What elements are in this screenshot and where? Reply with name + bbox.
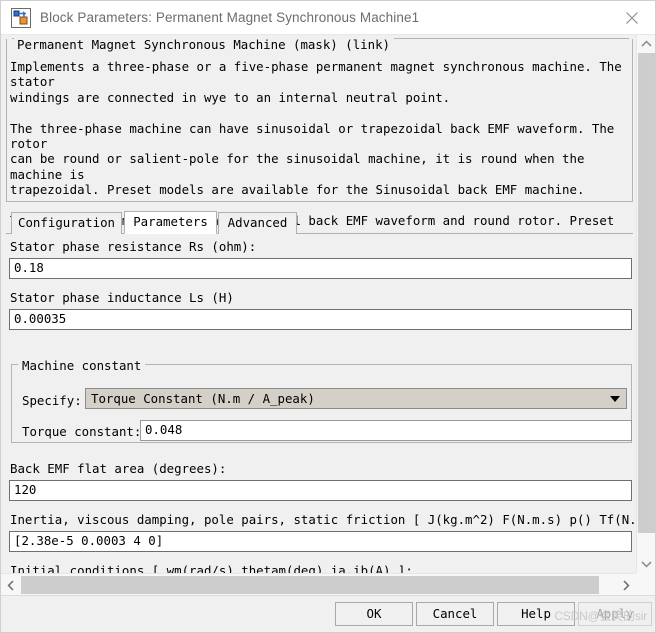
block-parameters-dialog: Block Parameters: Permanent Magnet Synch… — [0, 0, 656, 633]
dialog-content-area: Permanent Magnet Synchronous Machine (ma… — [1, 35, 655, 595]
vertical-scroll-thumb[interactable] — [638, 53, 655, 533]
horizontal-scroll-thumb[interactable] — [21, 576, 599, 594]
scroll-down-arrow-icon[interactable] — [637, 555, 655, 573]
dialog-inner-content: Permanent Magnet Synchronous Machine (ma… — [1, 35, 636, 573]
cancel-button[interactable]: Cancel — [416, 602, 494, 626]
torque-constant-input[interactable]: 0.048 — [140, 420, 632, 441]
chevron-down-icon — [610, 395, 620, 402]
inertia-label: Inertia, viscous damping, pole pairs, st… — [10, 512, 636, 527]
stator-resistance-input[interactable]: 0.18 — [9, 258, 632, 279]
window-title: Block Parameters: Permanent Magnet Synch… — [40, 10, 420, 25]
scroll-right-arrow-icon[interactable] — [616, 575, 636, 595]
tab-configuration-label: Configuration — [18, 215, 115, 231]
initial-conditions-label: Initial conditions [ wm(rad/s) thetam(de… — [10, 563, 413, 574]
apply-button[interactable]: Apply — [578, 602, 652, 626]
tab-parameters-label: Parameters — [133, 214, 208, 230]
help-button[interactable]: Help — [497, 602, 575, 626]
tab-advanced-label: Advanced — [227, 215, 288, 231]
title-bar: Block Parameters: Permanent Magnet Synch… — [1, 1, 655, 35]
horizontal-scrollbar[interactable] — [1, 573, 636, 595]
back-emf-input[interactable]: 120 — [9, 480, 632, 501]
tab-parameters[interactable]: Parameters — [124, 211, 217, 234]
scrollbar-corner — [636, 573, 655, 595]
specify-label: Specify: — [22, 393, 82, 408]
back-emf-label: Back EMF flat area (degrees): — [10, 461, 227, 476]
stator-resistance-label: Stator phase resistance Rs (ohm): — [10, 239, 257, 254]
specify-dropdown-value: Torque Constant (N.m / A_peak) — [91, 391, 315, 406]
inertia-input[interactable]: [2.38e-5 0.0003 4 0] — [9, 531, 632, 552]
simulink-block-icon — [11, 7, 31, 28]
scroll-up-arrow-icon[interactable] — [637, 35, 655, 53]
tab-configuration[interactable]: Configuration — [11, 212, 122, 234]
close-icon[interactable] — [609, 1, 655, 34]
vertical-scrollbar[interactable] — [636, 35, 655, 573]
tab-advanced[interactable]: Advanced — [218, 212, 297, 234]
tab-page-parameters: Stator phase resistance Rs (ohm): 0.18 S… — [6, 234, 636, 574]
tab-strip: Configuration Parameters Advanced — [6, 211, 633, 234]
specify-dropdown[interactable]: Torque Constant (N.m / A_peak) — [85, 388, 627, 409]
machine-constant-border-right — [125, 364, 632, 366]
scroll-left-arrow-icon[interactable] — [1, 575, 21, 595]
machine-constant-title: Machine constant — [18, 359, 146, 373]
description-heading: Permanent Magnet Synchronous Machine (ma… — [14, 38, 394, 52]
dialog-button-bar: OK Cancel Help Apply CSDN@会笑的sir — [1, 595, 655, 632]
torque-constant-label: Torque constant: — [22, 424, 142, 439]
ok-button[interactable]: OK — [335, 602, 413, 626]
stator-inductance-input[interactable]: 0.00035 — [9, 309, 632, 330]
stator-inductance-label: Stator phase inductance Ls (H) — [10, 290, 234, 305]
